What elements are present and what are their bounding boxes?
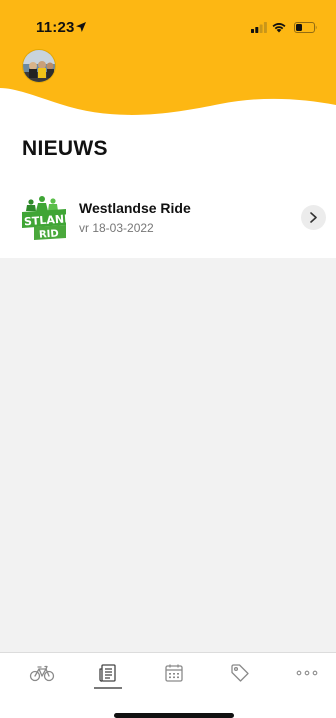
profile-avatar[interactable] — [22, 49, 56, 83]
chevron-right-icon — [310, 212, 317, 223]
more-icon — [296, 670, 318, 676]
battery-icon — [294, 22, 317, 33]
empty-content-area — [0, 258, 336, 652]
bottom-tab-bar — [0, 652, 336, 718]
logo-text-rid: RID — [39, 228, 59, 240]
cellular-signal-icon — [251, 22, 267, 33]
wifi-icon — [272, 23, 286, 33]
tab-more[interactable] — [296, 663, 326, 689]
news-list-item[interactable]: STLAND RID Westlandse Ride vr 18-03-2022 — [0, 186, 336, 250]
tab-news[interactable] — [98, 663, 128, 689]
active-tab-indicator — [94, 687, 122, 689]
location-arrow-icon — [76, 22, 86, 32]
header: 11:23 — [0, 0, 336, 130]
status-bar: 11:23 — [0, 0, 336, 44]
news-item-open-button[interactable] — [301, 205, 326, 230]
bicycle-icon — [29, 665, 55, 682]
tab-offers[interactable] — [230, 663, 260, 689]
page-title: NIEUWS — [22, 137, 108, 160]
tab-rides[interactable] — [29, 663, 59, 689]
newspaper-icon — [99, 664, 116, 682]
news-item-title: Westlandse Ride — [79, 200, 191, 216]
status-time: 11:23 — [36, 19, 75, 36]
news-item-date: vr 18-03-2022 — [79, 221, 154, 235]
tag-icon — [231, 664, 249, 682]
tab-calendar[interactable] — [164, 663, 194, 689]
westlandse-ride-logo: STLAND RID — [22, 196, 68, 240]
calendar-icon — [165, 664, 183, 682]
home-indicator[interactable] — [114, 713, 234, 718]
